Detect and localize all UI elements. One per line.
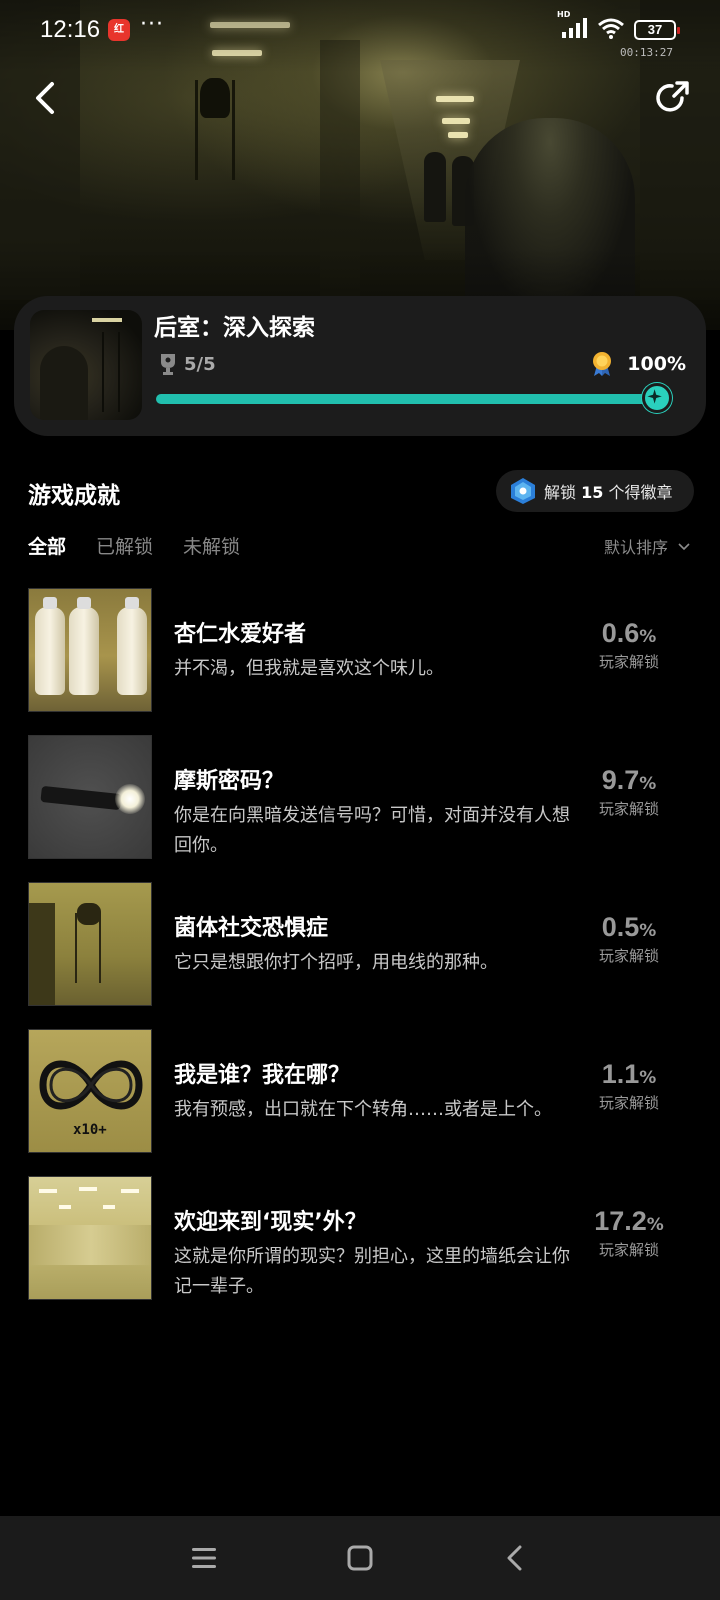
badge-suffix: 个得徽章 [608, 483, 673, 502]
achievement-desc: 并不渴，但我就是喜欢这个味儿。 [174, 658, 444, 679]
achievement-desc: 我有预感，出口就在下个转角……或者是上个。 [174, 1099, 552, 1120]
achievement-list: 杏仁水爱好者 并不渴，但我就是喜欢这个味儿。 0.6% 玩家解锁 摩斯密码？ 你… [0, 588, 720, 1323]
notification-app-icon: 红 [108, 19, 130, 41]
game-summary-card[interactable]: 后室：深入探索 5/5 100% [14, 296, 706, 436]
achievement-image-infinity: x10+ [28, 1029, 152, 1153]
home-icon[interactable] [344, 1542, 376, 1574]
share-icon[interactable] [652, 78, 692, 118]
rate-unit: % [639, 1068, 657, 1088]
sort-dropdown[interactable]: 默认排序 [604, 534, 692, 558]
achievement-item[interactable]: 菌体社交恐惧症 它只是想跟你打个招呼，用电线的那种。 0.5% 玩家解锁 [0, 882, 720, 1029]
back-arrow-icon[interactable] [28, 78, 64, 118]
achievement-desc: 你是在向黑暗发送信号吗？可惜，对面并没有人想回你。 [174, 805, 570, 856]
rate-label: 玩家解锁 [598, 947, 659, 965]
achievement-rate: 17.2% 玩家解锁 [574, 1206, 684, 1260]
rate-value: 0.5 [601, 912, 640, 942]
achievement-name: 摩斯密码？ [174, 769, 285, 794]
rate-unit: % [646, 1215, 664, 1235]
game-title: 后室：深入探索 [154, 315, 315, 341]
back-icon[interactable] [500, 1542, 532, 1574]
achievement-name: 欢迎来到‘现实’外？ [174, 1210, 367, 1235]
achievement-rate: 0.5% 玩家解锁 [574, 912, 684, 966]
achievement-image-room [28, 1176, 152, 1300]
trophy-count: 5/5 [184, 354, 216, 375]
rate-value: 17.2 [594, 1206, 647, 1236]
system-nav-bar [0, 1516, 720, 1600]
section-title: 游戏成就 [28, 483, 120, 509]
tab-all[interactable]: 全部 [28, 532, 66, 559]
achievement-rate: 9.7% 玩家解锁 [574, 765, 684, 819]
rate-value: 0.6 [601, 618, 640, 648]
progress-track [156, 394, 664, 404]
screen-record-timer: 00:13:27 [620, 46, 673, 59]
chevron-down-icon [678, 543, 690, 551]
achievement-rate: 0.6% 玩家解锁 [574, 618, 684, 672]
achievement-name: 杏仁水爱好者 [174, 622, 307, 647]
badge-count: 15 [581, 483, 604, 502]
rate-label: 玩家解锁 [598, 1094, 659, 1112]
infinity-icon [39, 1060, 143, 1110]
achievement-image-creature [28, 882, 152, 1006]
trophy-icon [161, 354, 175, 375]
rate-label: 玩家解锁 [598, 800, 659, 818]
achievement-image-flashlight [28, 735, 152, 859]
unlock-badge-pill[interactable]: 解锁 15 个得徽章 [496, 470, 694, 512]
rate-label: 玩家解锁 [598, 1241, 659, 1259]
rate-unit: % [639, 627, 657, 647]
filter-tabs: 全部 已解锁 未解锁 [28, 532, 240, 559]
rate-unit: % [639, 921, 657, 941]
achievement-desc: 它只是想跟你打个招呼，用电线的那种。 [174, 952, 498, 973]
progress-star-icon [642, 383, 672, 413]
achievement-rate: 1.1% 玩家解锁 [574, 1059, 684, 1113]
achievement-item[interactable]: 摩斯密码？ 你是在向黑暗发送信号吗？可惜，对面并没有人想回你。 9.7% 玩家解… [0, 735, 720, 882]
achievement-image-bottles [28, 588, 152, 712]
badge-prefix: 解锁 [544, 483, 577, 502]
sort-label: 默认排序 [603, 538, 668, 557]
achievement-name: 菌体社交恐惧症 [174, 916, 329, 941]
more-notifications-icon: ··· [140, 12, 164, 37]
menu-icon[interactable] [188, 1542, 220, 1574]
battery-icon: 37 [634, 20, 680, 40]
status-bar: 12:16 红 ··· HD 37 00:13:27 [0, 0, 720, 60]
achievement-item[interactable]: x10+ 我是谁？我在哪？ 我有预感，出口就在下个转角……或者是上个。 1.1%… [0, 1029, 720, 1176]
rate-value: 1.1 [601, 1059, 640, 1089]
achievement-desc: 这就是你所谓的现实？别担心，这里的墙纸会让你记一辈子。 [174, 1246, 570, 1297]
rate-value: 9.7 [601, 765, 640, 795]
rate-label: 玩家解锁 [598, 653, 659, 671]
achievement-item[interactable]: 杏仁水爱好者 并不渴，但我就是喜欢这个味儿。 0.6% 玩家解锁 [0, 588, 720, 735]
tab-unlocked[interactable]: 已解锁 [96, 532, 153, 559]
thumb-caption: x10+ [73, 1122, 107, 1138]
progress-fill [156, 394, 664, 404]
completion-percent: 100% [627, 353, 686, 375]
achievement-name: 我是谁？我在哪？ [174, 1063, 351, 1088]
achievement-item[interactable]: 欢迎来到‘现实’外？ 这就是你所谓的现实？别担心，这里的墙纸会让你记一辈子。 1… [0, 1176, 720, 1323]
rate-unit: % [639, 774, 657, 794]
tab-locked[interactable]: 未解锁 [183, 532, 240, 559]
signal-icon [562, 18, 587, 38]
status-time: 12:16 [40, 16, 101, 43]
game-cover-image [30, 310, 142, 420]
medal-icon [593, 352, 611, 376]
wifi-icon [598, 18, 624, 39]
hexagon-badge-icon [511, 478, 535, 504]
